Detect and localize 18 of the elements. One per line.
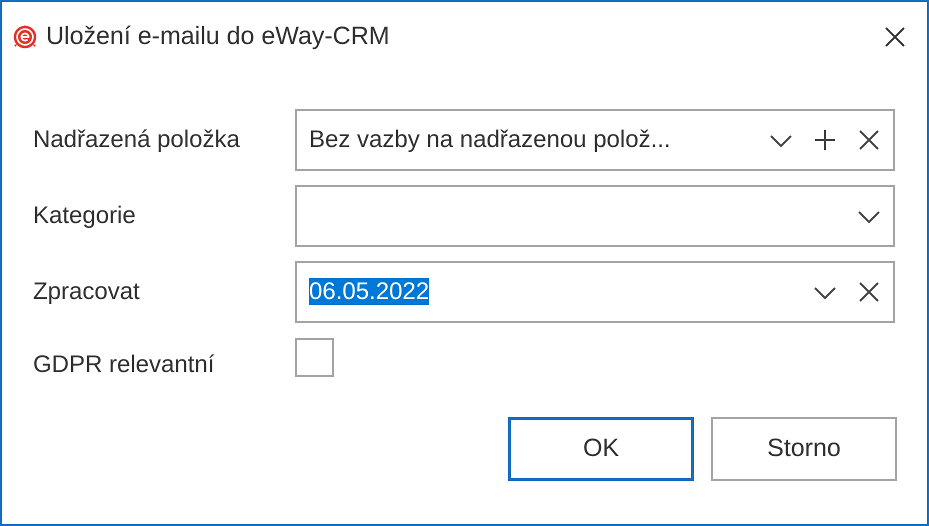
plus-icon [813, 128, 837, 152]
logo-icon [12, 24, 38, 50]
close-icon [884, 26, 906, 48]
combo-field[interactable]: 06.05.2022 [295, 261, 895, 323]
checkbox[interactable] [295, 338, 334, 376]
field-label: Kategorie [33, 201, 137, 231]
close-icon [857, 128, 881, 152]
field-label: Zpracovat [33, 277, 141, 307]
combo-field[interactable]: Bez vazby na nadřazenou polož... [295, 109, 895, 171]
window-title: Uložení e-mailu do eWay-CRM [46, 21, 391, 52]
close-icon [857, 280, 881, 304]
field-label: Nadřazená položka [33, 125, 241, 155]
cancel-button[interactable]: Storno [711, 417, 897, 481]
field-value: 06.05.2022 [309, 278, 430, 305]
field-value: Bez vazby na nadřazenou polož... [309, 126, 671, 153]
combo-field[interactable] [295, 185, 895, 247]
ok-button[interactable]: OK [508, 417, 694, 481]
field-label: GDPR relevantní [33, 350, 216, 380]
